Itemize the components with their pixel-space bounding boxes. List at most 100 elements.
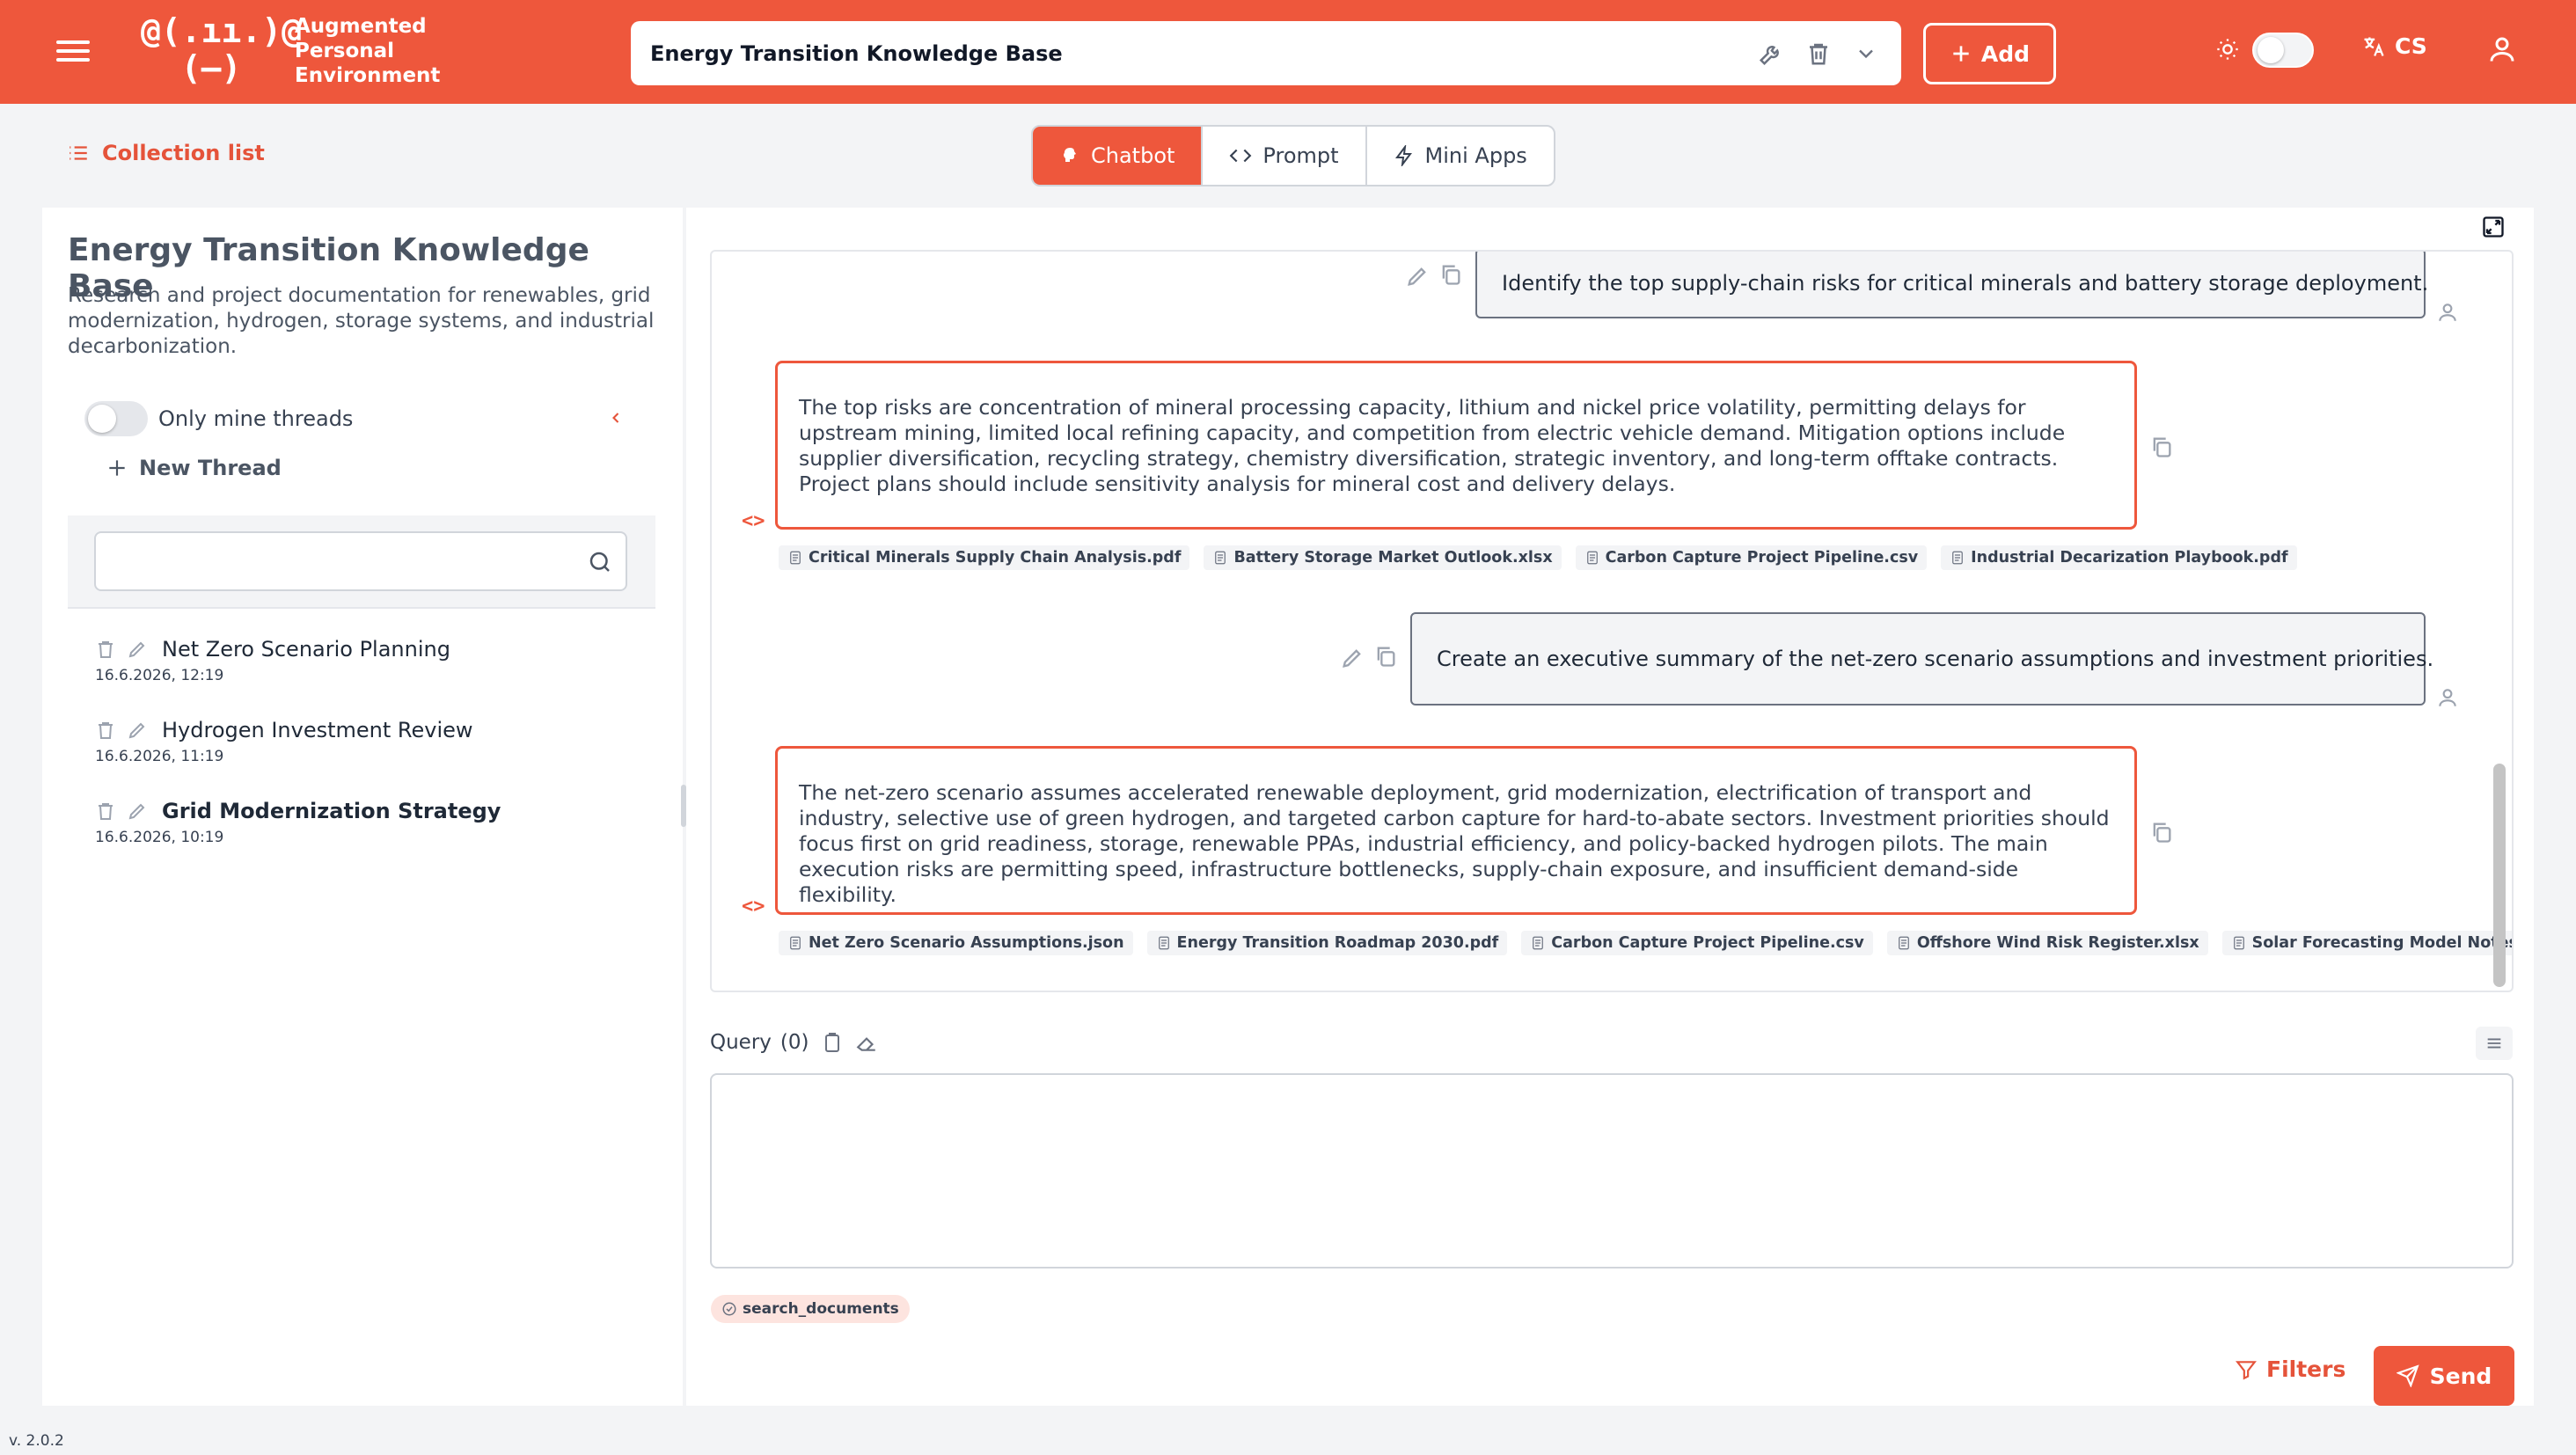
logo-text: Augmented Personal Environment (295, 15, 441, 87)
brain-icon (1064, 148, 1076, 162)
chat-scrollbar[interactable] (2493, 764, 2506, 987)
chat-history[interactable]: Identify the top supply-chain risks for … (710, 250, 2514, 992)
wrench-icon[interactable] (1755, 38, 1787, 69)
plus-icon (109, 460, 125, 476)
pencil-icon[interactable] (1405, 264, 1430, 292)
thread-date: 16.6.2026, 10:19 (95, 829, 224, 846)
source-chip[interactable]: Solar Forecasting Model Notes.txt (2221, 931, 2512, 955)
source-chip[interactable]: Critical Minerals Supply Chain Analysis.… (779, 545, 1190, 570)
query-input[interactable] (710, 1073, 2514, 1269)
search-icon[interactable] (587, 549, 613, 575)
user-message: Identify the top supply-chain risks for … (1475, 252, 2428, 318)
document-icon (790, 551, 801, 565)
thread-item[interactable]: Hydrogen Investment Review 16.6.2026, 11… (95, 718, 473, 765)
chevron-down-icon[interactable] (1850, 38, 1882, 69)
translate-icon (2364, 37, 2384, 56)
thread-item[interactable]: Net Zero Scenario Planning 16.6.2026, 12… (95, 637, 450, 684)
language-switch[interactable]: CS (2361, 33, 2427, 59)
filters-button[interactable]: Filters (2235, 1356, 2345, 1382)
source-chip[interactable]: Carbon Capture Project Pipeline.csv (1521, 931, 1873, 955)
document-icon (2233, 936, 2244, 950)
thread-date: 16.6.2026, 11:19 (95, 748, 224, 765)
document-icon (1215, 551, 1226, 565)
check-circle-icon (722, 1302, 736, 1316)
source-chip[interactable]: Industrial Decarization Playbook.pdf (1941, 545, 2297, 570)
document-icon (1158, 936, 1169, 950)
thread-date: 16.6.2026, 12:19 (95, 667, 224, 684)
code-icon[interactable]: <> (742, 510, 765, 532)
new-thread-button[interactable]: New Thread (106, 456, 282, 480)
thread-name: Net Zero Scenario Planning (162, 637, 450, 662)
sun-icon (2217, 39, 2238, 60)
message-sources: Net Zero Scenario Assumptions.json Energ… (779, 931, 2512, 955)
plus-icon (1953, 46, 1969, 62)
pencil-icon[interactable] (127, 720, 148, 741)
add-button[interactable]: Add (1923, 23, 2056, 84)
footer (0, 1425, 2576, 1455)
pencil-icon[interactable] (127, 801, 148, 822)
top-bar: @(.ıı.)@ (—) Augmented Personal Environm… (0, 0, 2576, 104)
document-icon (1952, 551, 1964, 565)
trash-icon[interactable] (95, 639, 116, 660)
tool-chip-search-documents[interactable]: search_documents (711, 1295, 910, 1323)
eraser-icon[interactable] (855, 1031, 878, 1054)
source-chip[interactable]: Offshore Wind Risk Register.xlsx (1886, 931, 2208, 955)
query-count: (0) (779, 1031, 809, 1054)
sidebar: Energy Transition Knowledge Base Researc… (42, 208, 683, 1406)
copy-icon[interactable] (2149, 818, 2174, 850)
logo-mark: @(.ıı.)@ (—) (141, 11, 303, 87)
document-icon (1586, 551, 1598, 565)
thread-item-active[interactable]: Grid Modernization Strategy 16.6.2026, 1… (95, 799, 501, 846)
pencil-icon[interactable] (127, 639, 148, 660)
thread-search-input[interactable] (94, 531, 627, 591)
trash-icon[interactable] (1803, 38, 1834, 69)
send-button[interactable]: Send (2374, 1346, 2514, 1406)
source-chip[interactable]: Net Zero Scenario Assumptions.json (779, 931, 1133, 955)
document-icon (790, 936, 801, 950)
only-mine-toggle[interactable] (84, 401, 148, 436)
send-icon (2396, 1364, 2419, 1387)
pencil-icon[interactable] (1340, 646, 1365, 674)
user-message: Create an executive summary of the net-z… (1410, 612, 2433, 706)
chevron-left-icon[interactable] (607, 403, 625, 433)
language-label: CS (2395, 33, 2427, 59)
document-icon (1898, 936, 1909, 950)
source-chip[interactable]: Carbon Capture Project Pipeline.csv (1575, 545, 1928, 570)
copy-icon[interactable] (1373, 642, 1398, 674)
trash-icon[interactable] (95, 801, 116, 822)
expand-icon[interactable] (2481, 215, 2506, 239)
query-header: Query (0) (710, 1031, 878, 1054)
hamburger-menu-icon[interactable] (56, 35, 90, 69)
filter-icon (2236, 1360, 2257, 1380)
copy-icon[interactable] (2149, 433, 2174, 464)
source-chip[interactable]: Battery Storage Market Outlook.xlsx (1204, 545, 1562, 570)
thread-name: Hydrogen Investment Review (162, 718, 473, 742)
version-label: v. 2.0.2 (9, 1432, 64, 1450)
message-sources: Critical Minerals Supply Chain Analysis.… (779, 545, 2297, 570)
clipboard-icon[interactable] (822, 1031, 843, 1054)
document-icon (1533, 936, 1544, 950)
collection-select-value: Energy Transition Knowledge Base (650, 40, 1063, 66)
collection-list-link[interactable]: Collection list (67, 141, 265, 165)
code-icon (1230, 149, 1252, 163)
user-icon[interactable] (2486, 33, 2518, 65)
lightning-icon (1394, 145, 1412, 166)
menu-icon (2487, 1038, 2501, 1049)
mode-tabs: Chatbot Prompt Mini Apps (1031, 125, 1555, 186)
query-label: Query (710, 1031, 772, 1054)
tab-chatbot[interactable]: Chatbot (1033, 127, 1204, 185)
thread-search-area (68, 515, 655, 609)
tab-prompt[interactable]: Prompt (1203, 127, 1367, 185)
tab-mini-apps[interactable]: Mini Apps (1367, 127, 1554, 185)
copy-icon[interactable] (1438, 260, 1463, 292)
query-menu-button[interactable] (2476, 1027, 2513, 1060)
user-icon (2436, 301, 2459, 327)
trash-icon[interactable] (95, 720, 116, 741)
list-icon (70, 146, 87, 160)
assistant-message: The top risks are concentration of miner… (775, 361, 2137, 530)
user-icon (2436, 686, 2459, 713)
code-icon[interactable]: <> (742, 896, 765, 918)
source-chip[interactable]: Energy Transition Roadmap 2030.pdf (1146, 931, 1508, 955)
theme-toggle[interactable] (2252, 33, 2314, 68)
collection-select[interactable]: Energy Transition Knowledge Base (631, 21, 1901, 85)
